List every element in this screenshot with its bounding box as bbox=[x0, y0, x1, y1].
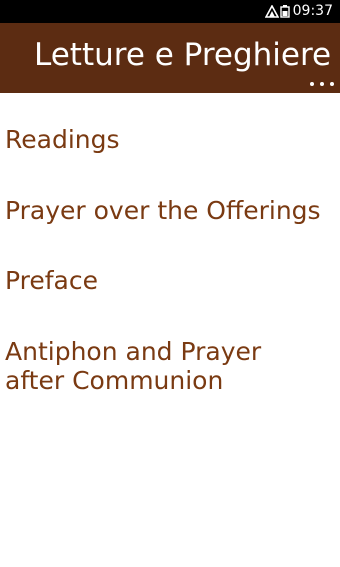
menu-item-readings[interactable]: Readings bbox=[5, 125, 120, 154]
status-icons bbox=[265, 4, 290, 19]
battery-icon bbox=[280, 5, 290, 18]
ellipsis-icon-dot bbox=[320, 82, 324, 86]
menu-item-label: Preface bbox=[5, 266, 98, 295]
ellipsis-icon-dot bbox=[310, 82, 314, 86]
menu-item-label: Readings bbox=[5, 125, 120, 154]
app-header: Letture e Preghiere bbox=[0, 23, 340, 93]
more-options-button[interactable] bbox=[310, 79, 334, 89]
menu-item-label-line-2: after Communion bbox=[5, 366, 224, 395]
menu-item-prayer-over-offerings[interactable]: Prayer over the Offerings bbox=[5, 196, 321, 225]
menu-item-antiphon-prayer-after-communion[interactable]: Antiphon and Prayer after Communion bbox=[5, 337, 261, 395]
menu-item-label: Prayer over the Offerings bbox=[5, 196, 321, 225]
signal-icon bbox=[265, 5, 279, 18]
page-title: Letture e Preghiere bbox=[34, 37, 332, 73]
status-bar: 09:37 bbox=[0, 0, 340, 23]
menu-item-preface[interactable]: Preface bbox=[5, 266, 98, 295]
status-time: 09:37 bbox=[292, 3, 333, 19]
menu-item-label-line-1: Antiphon and Prayer bbox=[5, 337, 262, 366]
ellipsis-icon-dot bbox=[330, 82, 334, 86]
